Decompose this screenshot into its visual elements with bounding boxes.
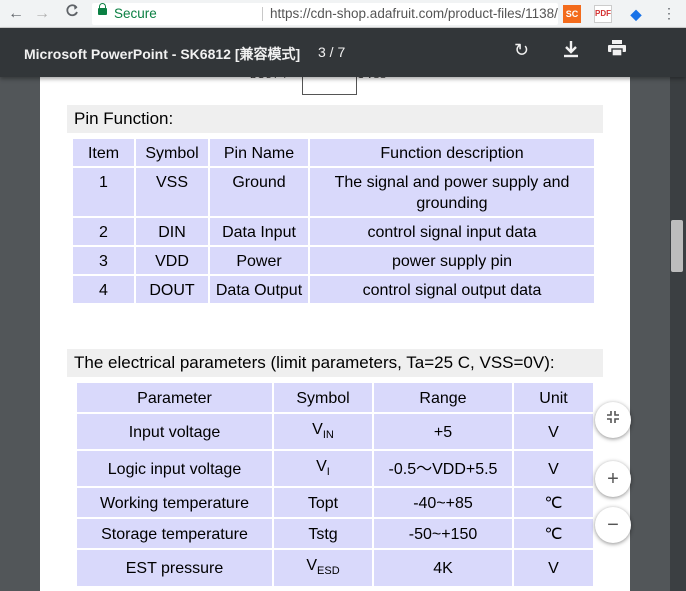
table-row: 3 VDD Power power supply pin: [73, 247, 594, 274]
electrical-parameters-table: Parameter Symbol Range Unit Input voltag…: [75, 381, 595, 588]
download-icon[interactable]: [563, 40, 579, 63]
printer-svg: [608, 40, 626, 57]
table-cell: control signal output data: [310, 276, 594, 303]
print-icon[interactable]: [608, 40, 626, 61]
pin-function-heading: Pin Function:: [67, 105, 603, 133]
back-arrow-icon[interactable]: ←: [6, 4, 26, 24]
column-header: Pin Name: [210, 139, 308, 166]
table-cell: control signal input data: [310, 218, 594, 245]
table-cell: -0.5～VDD+5.5: [374, 451, 512, 487]
table-row: Input voltage VIN +5 V: [77, 414, 593, 450]
table-cell: Data Output: [210, 276, 308, 303]
pdf-page: DOUT 4 1 VSS Pin Function: Item Symbol P…: [40, 67, 630, 591]
symbol-subscript: IN: [322, 429, 334, 442]
column-header: Parameter: [77, 383, 272, 412]
table-cell: Power: [210, 247, 308, 274]
reload-icon[interactable]: [62, 4, 82, 24]
pdf-toolbar: Microsoft PowerPoint - SK6812 [兼容模式] 3 /…: [0, 28, 686, 77]
table-cell: VESD: [274, 550, 372, 586]
table-cell: -50~+150: [374, 519, 512, 549]
symbol-text: Tstg: [308, 526, 338, 544]
column-header: Unit: [514, 383, 593, 412]
reload-svg: [66, 4, 78, 17]
pdf-title: Microsoft PowerPoint - SK6812 [兼容模式]: [24, 46, 301, 62]
table-cell: Topt: [274, 488, 372, 518]
page-indicator: 3 / 7: [318, 44, 346, 60]
table-cell: 1: [73, 168, 134, 216]
table-row: Working temperature Topt -40~+85 ℃: [77, 488, 593, 518]
symbol-subscript: I: [326, 466, 330, 479]
table-cell: V: [514, 414, 593, 450]
table-cell: V: [514, 451, 593, 487]
column-header: Symbol: [274, 383, 372, 412]
page-scrollbar[interactable]: [670, 77, 686, 591]
table-cell: +5: [374, 414, 512, 450]
extension-pdf-icon[interactable]: PDF: [594, 5, 612, 23]
table-row: 1 VSS Ground The signal and power supply…: [73, 168, 594, 216]
table-cell: Data Input: [210, 218, 308, 245]
omnibox-divider: [262, 7, 263, 21]
table-header-row: Item Symbol Pin Name Function descriptio…: [73, 139, 594, 166]
symbol-text: V: [316, 458, 327, 476]
table-cell: The signal and power supply and groundin…: [310, 168, 594, 216]
column-header: Function description: [310, 139, 594, 166]
table-row: Storage temperature Tstg -50~+150 ℃: [77, 519, 593, 549]
url-text[interactable]: https://cdn-shop.adafruit.com/product-fi…: [270, 3, 558, 25]
extension-gem-icon[interactable]: ◆: [627, 5, 645, 23]
rotate-icon[interactable]: ↻: [514, 40, 529, 61]
scrollbar-thumb[interactable]: [671, 220, 683, 272]
symbol-subscript: ESD: [317, 565, 340, 578]
lock-icon: [98, 3, 107, 15]
table-cell: Ground: [210, 168, 308, 216]
table-cell: -40~+85: [374, 488, 512, 518]
browser-toolbar: ← → Secure https://cdn-shop.adafruit.com…: [0, 0, 686, 28]
download-svg: [564, 41, 578, 58]
symbol-text: Topt: [307, 495, 339, 513]
table-cell: power supply pin: [310, 247, 594, 274]
table-cell: ℃: [514, 519, 593, 549]
table-cell: VI: [274, 451, 372, 487]
fit-to-page-button[interactable]: [595, 402, 631, 438]
table-cell: Tstg: [274, 519, 372, 549]
table-cell: DOUT: [136, 276, 208, 303]
column-header: Item: [73, 139, 134, 166]
table-header-row: Parameter Symbol Range Unit: [77, 383, 593, 412]
table-row: 4 DOUT Data Output control signal output…: [73, 276, 594, 303]
table-cell: 4: [73, 276, 134, 303]
table-cell: Working temperature: [77, 488, 272, 518]
zoom-in-button[interactable]: +: [595, 461, 631, 497]
electrical-parameters-heading: The electrical parameters (limit paramet…: [67, 349, 603, 377]
address-bar[interactable]: Secure https://cdn-shop.adafruit.com/pro…: [92, 3, 558, 25]
column-header: Symbol: [136, 139, 208, 166]
table-cell: V: [514, 550, 593, 586]
zoom-out-button[interactable]: −: [595, 507, 631, 543]
browser-menu-icon[interactable]: ⋮: [662, 5, 676, 22]
table-cell: 3: [73, 247, 134, 274]
table-cell: EST pressure: [77, 550, 272, 586]
table-cell: 2: [73, 218, 134, 245]
table-cell: DIN: [136, 218, 208, 245]
table-row: Logic input voltage VI -0.5～VDD+5.5 V: [77, 451, 593, 487]
table-cell: VIN: [274, 414, 372, 450]
fit-to-page-icon: [607, 411, 619, 423]
table-cell: Logic input voltage: [77, 451, 272, 487]
table-row: EST pressure VESD 4K V: [77, 550, 593, 586]
table-cell: Storage temperature: [77, 519, 272, 549]
extension-sc-icon[interactable]: SC: [563, 5, 581, 23]
table-row: 2 DIN Data Input control signal input da…: [73, 218, 594, 245]
secure-label: Secure: [114, 6, 157, 21]
table-cell: VDD: [136, 247, 208, 274]
table-cell: Input voltage: [77, 414, 272, 450]
table-cell: ℃: [514, 488, 593, 518]
column-header: Range: [374, 383, 512, 412]
symbol-text: V: [306, 557, 318, 575]
pin-function-table: Item Symbol Pin Name Function descriptio…: [71, 137, 596, 305]
table-cell: VSS: [136, 168, 208, 216]
table-cell: 4K: [374, 550, 512, 586]
forward-arrow-icon[interactable]: →: [32, 4, 52, 24]
symbol-text: V: [312, 421, 323, 438]
